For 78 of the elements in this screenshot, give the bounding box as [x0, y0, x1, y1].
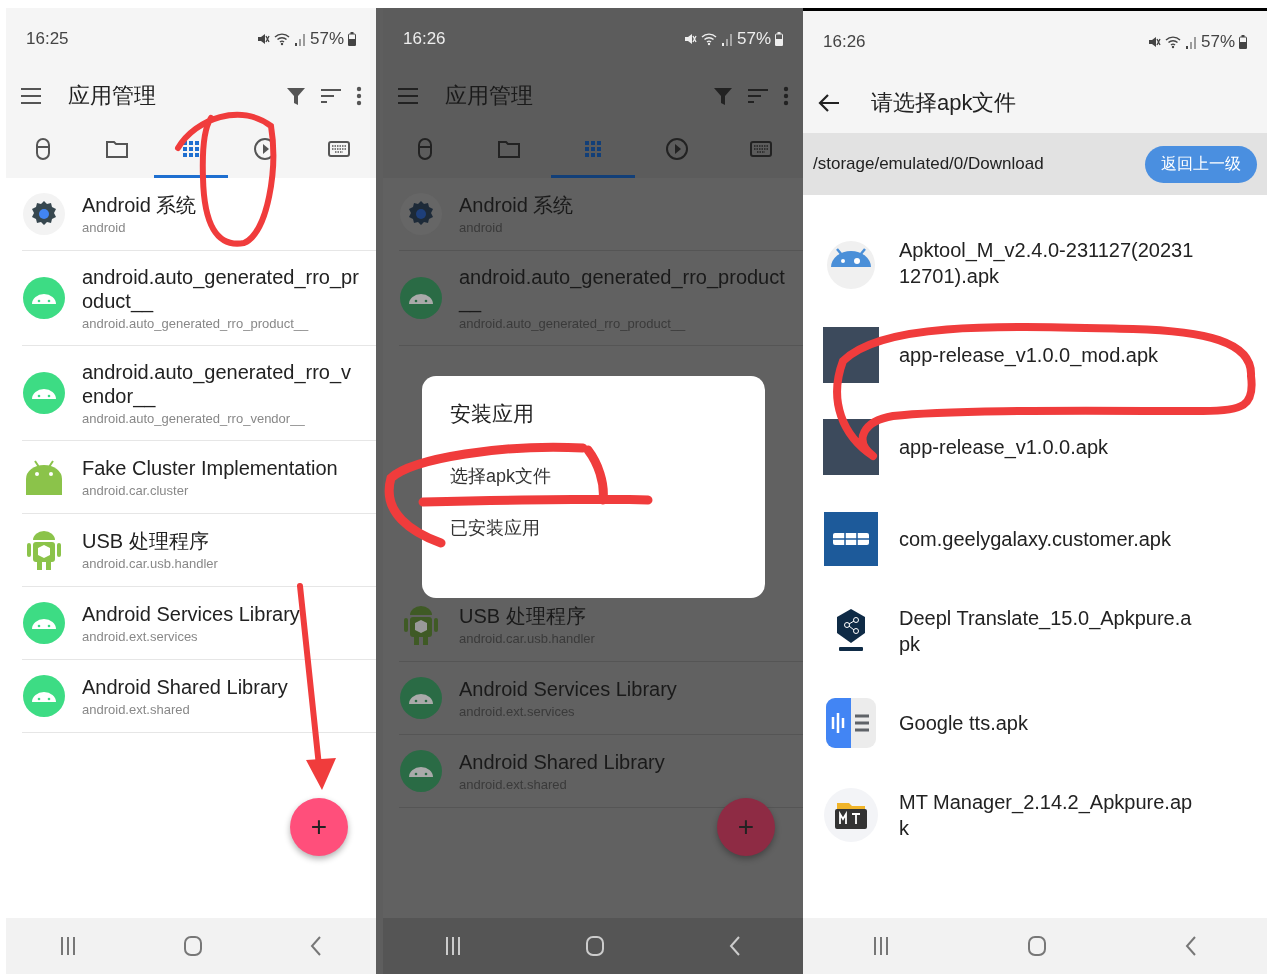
android-icon [22, 674, 66, 718]
status-time: 16:26 [403, 29, 446, 49]
home-icon[interactable] [1027, 935, 1047, 957]
add-button[interactable]: + [290, 798, 348, 856]
file-name[interactable]: app-release_v1.0.0_mod.apk [899, 342, 1199, 368]
app-name: Android Services Library [82, 602, 301, 626]
app-name: Android 系统 [459, 193, 575, 217]
app-name: USB 处理程序 [82, 529, 210, 553]
android-icon [22, 371, 66, 415]
back-icon[interactable] [309, 935, 323, 957]
app-name: Fake Cluster Implementation [82, 456, 339, 480]
app-name: android.auto_generated_rro_product__ [82, 265, 360, 313]
status-time: 16:26 [823, 32, 866, 52]
battery-level: 57% [1200, 32, 1235, 52]
dialog-title: 安装应用 [450, 401, 535, 427]
recents-icon[interactable] [59, 936, 77, 956]
battery-level: 57% [736, 29, 771, 49]
android-icon [399, 749, 443, 793]
package-name: android.car.cluster [82, 483, 190, 498]
android-icon [22, 601, 66, 645]
signal-icon [720, 32, 733, 46]
android-icon [22, 276, 66, 320]
screen-title: 应用管理 [445, 82, 534, 110]
mute-icon [682, 32, 697, 46]
package-name: android.ext.shared [82, 702, 191, 717]
app-name: Android Services Library [459, 677, 678, 701]
back-arrow-icon[interactable] [817, 93, 841, 113]
package-name: android.car.usb.handler [82, 556, 219, 571]
mute-icon [255, 32, 270, 46]
back-icon[interactable] [1184, 935, 1199, 957]
recents-icon[interactable] [444, 936, 463, 956]
dialog-option[interactable]: 已安装应用 [450, 502, 737, 554]
file-name[interactable]: Google tts.apk [899, 710, 1199, 736]
speech-icon [823, 695, 879, 751]
wifi-icon [1164, 35, 1181, 49]
file-name[interactable]: Deepl Translate_15.0_Apkpure.apk [899, 605, 1199, 657]
file-name[interactable]: com.geelygalaxy.customer.apk [899, 526, 1199, 552]
app-name: Android Shared Library [459, 750, 666, 774]
home-icon[interactable] [183, 935, 203, 957]
package-name: android.ext.services [82, 629, 199, 644]
screen-title: 应用管理 [68, 82, 157, 110]
wifi-icon [700, 32, 717, 46]
app-name: Android Shared Library [82, 675, 289, 699]
signal-icon [1184, 35, 1197, 49]
file-name[interactable]: Apktool_M_v2.4.0-231127(2023112701).apk [899, 237, 1199, 289]
mute-icon [1146, 35, 1161, 49]
app-name: android.auto_generated_rro_vendor__ [82, 360, 353, 408]
screen-title: 请选择apk文件 [871, 89, 1017, 117]
grid-icon [823, 511, 879, 567]
home-icon[interactable] [585, 935, 605, 957]
folder-icon [823, 787, 879, 843]
back-icon[interactable] [727, 935, 742, 957]
android-icon [399, 676, 443, 720]
dialog-option[interactable]: 选择apk文件 [450, 450, 737, 502]
android-icon [399, 276, 443, 320]
file-name[interactable]: MT Manager_2.14.2_Apkpure.apk [899, 789, 1199, 841]
wifi-icon [273, 32, 290, 46]
status-time: 16:25 [26, 29, 69, 49]
gear-icon [22, 192, 66, 236]
menu-icon[interactable] [20, 87, 42, 105]
folder-path: /storage/emulated/0/Download [813, 154, 1044, 174]
play-icon [665, 136, 689, 161]
recents-icon[interactable] [871, 936, 890, 956]
app-name: Android 系统 [82, 193, 198, 217]
battery-icon [348, 32, 356, 46]
battery-level: 57% [309, 29, 344, 49]
app-name: android.auto_generated_rro_product__ [459, 265, 786, 313]
battery-icon [1239, 35, 1247, 49]
signal-icon [293, 32, 306, 46]
package-name: android.auto_generated_rro_product__ [82, 316, 310, 331]
package-name: android.auto_generated_rro_vendor__ [82, 411, 306, 426]
battery-icon [775, 32, 783, 46]
sort-icon[interactable] [320, 87, 342, 105]
file-name[interactable]: app-release_v1.0.0.apk [899, 434, 1199, 460]
more-icon[interactable] [356, 86, 362, 106]
package-name: android [82, 220, 127, 235]
filter-icon[interactable] [286, 86, 306, 106]
app-name: USB 处理程序 [459, 604, 587, 628]
